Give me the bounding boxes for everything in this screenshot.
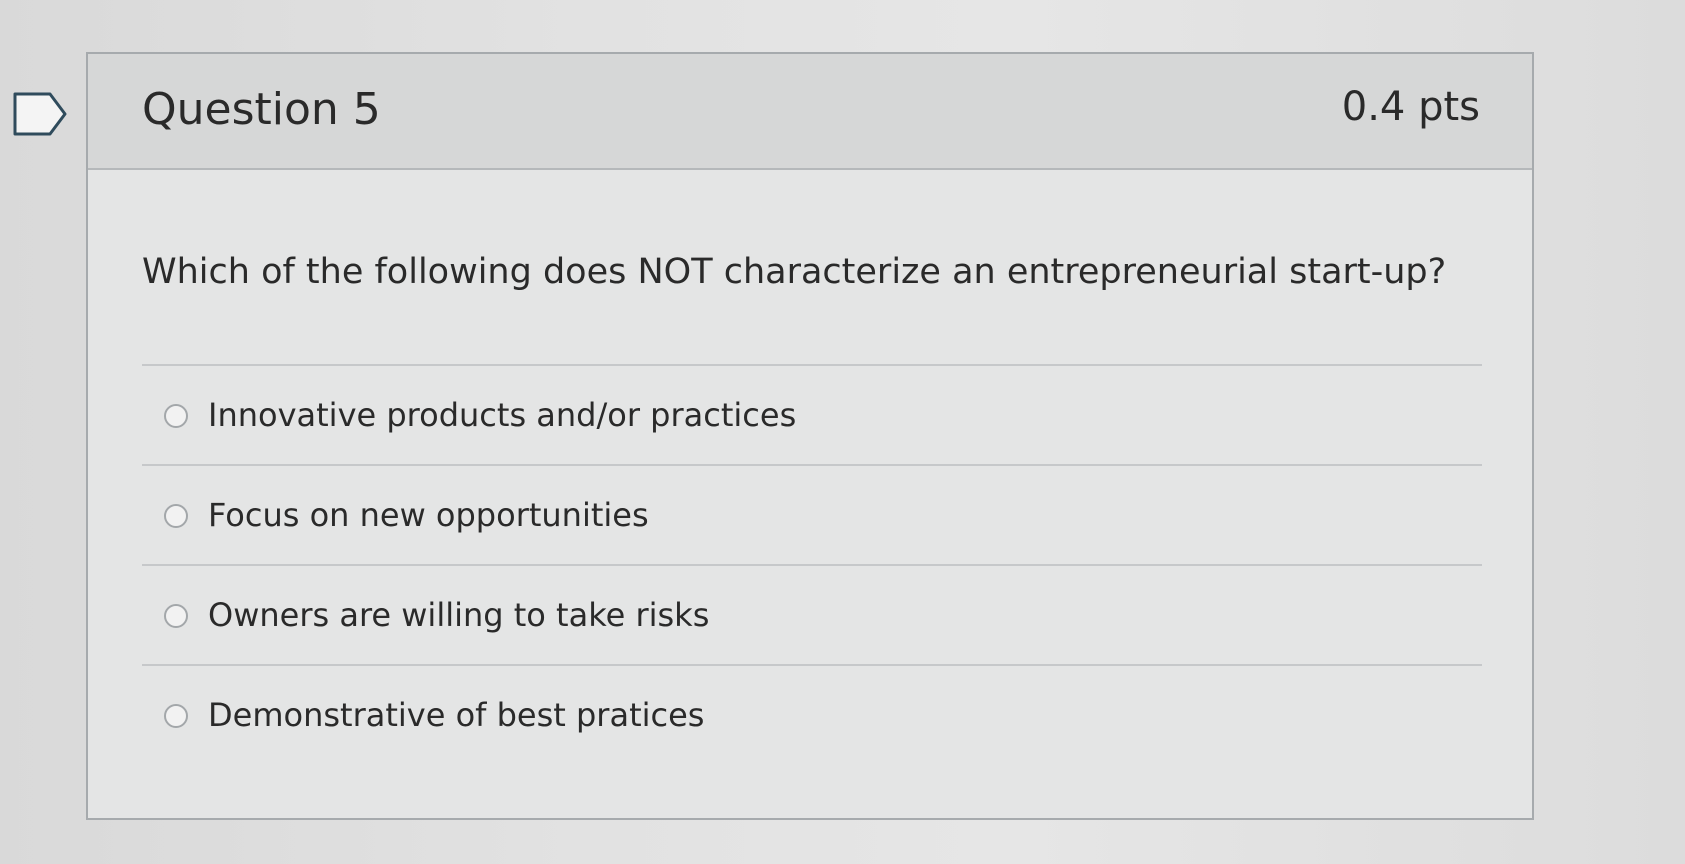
- question-header: Question 5 0.4 pts: [88, 54, 1532, 170]
- radio-button[interactable]: [164, 504, 188, 528]
- question-card: Question 5 0.4 pts Which of the followin…: [86, 52, 1534, 820]
- answer-option-4[interactable]: Demonstrative of best pratices: [142, 664, 1482, 764]
- answer-option-2[interactable]: Focus on new opportunities: [142, 464, 1482, 564]
- answer-label[interactable]: Focus on new opportunities: [208, 496, 649, 534]
- question-title: Question 5: [142, 84, 381, 135]
- answer-label[interactable]: Innovative products and/or practices: [208, 396, 796, 434]
- answer-option-1[interactable]: Innovative products and/or practices: [142, 364, 1482, 464]
- answer-label[interactable]: Demonstrative of best pratices: [208, 696, 704, 734]
- question-points: 0.4 pts: [1341, 84, 1480, 130]
- answer-option-3[interactable]: Owners are willing to take risks: [142, 564, 1482, 664]
- flag-question-icon[interactable]: [12, 91, 68, 137]
- answer-list: Innovative products and/or practices Foc…: [142, 364, 1482, 764]
- radio-button[interactable]: [164, 604, 188, 628]
- radio-button[interactable]: [164, 704, 188, 728]
- radio-button[interactable]: [164, 404, 188, 428]
- answer-label[interactable]: Owners are willing to take risks: [208, 596, 709, 634]
- question-text: Which of the following does NOT characte…: [142, 252, 1447, 292]
